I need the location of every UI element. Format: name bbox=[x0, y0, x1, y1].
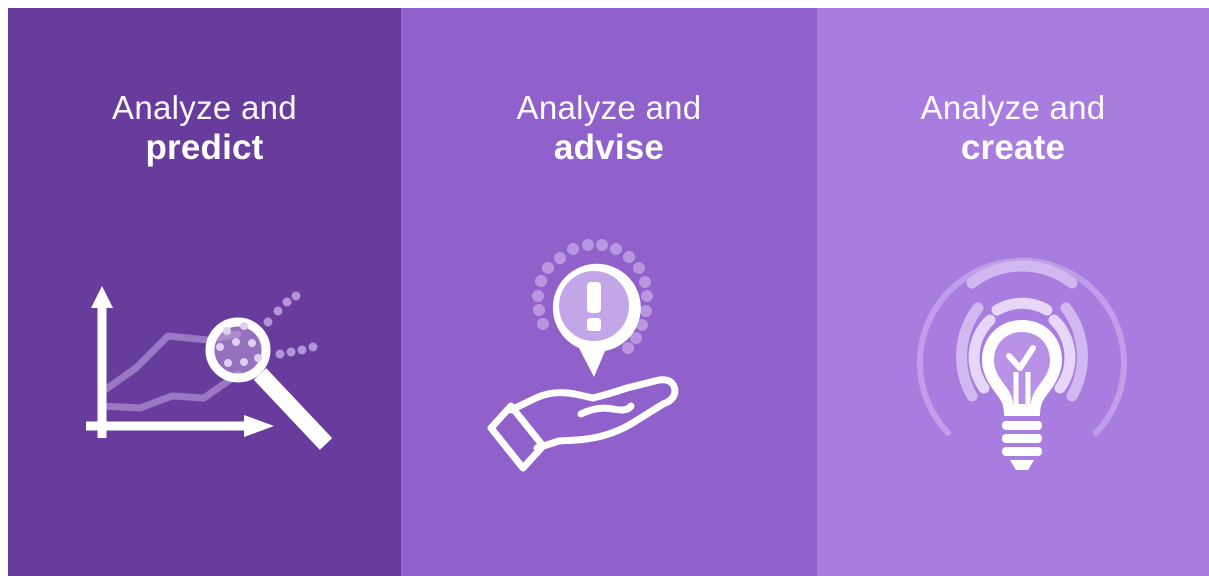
feature-panels: Analyze and predict Analyze and advise A… bbox=[8, 8, 1209, 576]
chart-magnifier-icon bbox=[86, 286, 333, 450]
panel-predict: Analyze and predict bbox=[8, 8, 401, 576]
panel-heading: Analyze and create bbox=[817, 88, 1209, 168]
hand-speech-bubble-exclamation-icon bbox=[487, 239, 679, 472]
panel-heading: Analyze and advise bbox=[401, 88, 817, 168]
lightbulb-icon bbox=[917, 257, 1127, 470]
heading-line-1: Analyze and bbox=[112, 89, 297, 126]
heading-line-2: predict bbox=[145, 128, 264, 167]
panel-create: Analyze and create bbox=[817, 8, 1209, 576]
panel-heading: Analyze and predict bbox=[8, 88, 401, 168]
panel-advise: Analyze and advise bbox=[401, 8, 817, 576]
heading-line-2: advise bbox=[553, 128, 665, 167]
heading-line-1: Analyze and bbox=[516, 89, 702, 126]
heading-line-2: create bbox=[960, 128, 1066, 167]
heading-line-1: Analyze and bbox=[920, 89, 1106, 126]
